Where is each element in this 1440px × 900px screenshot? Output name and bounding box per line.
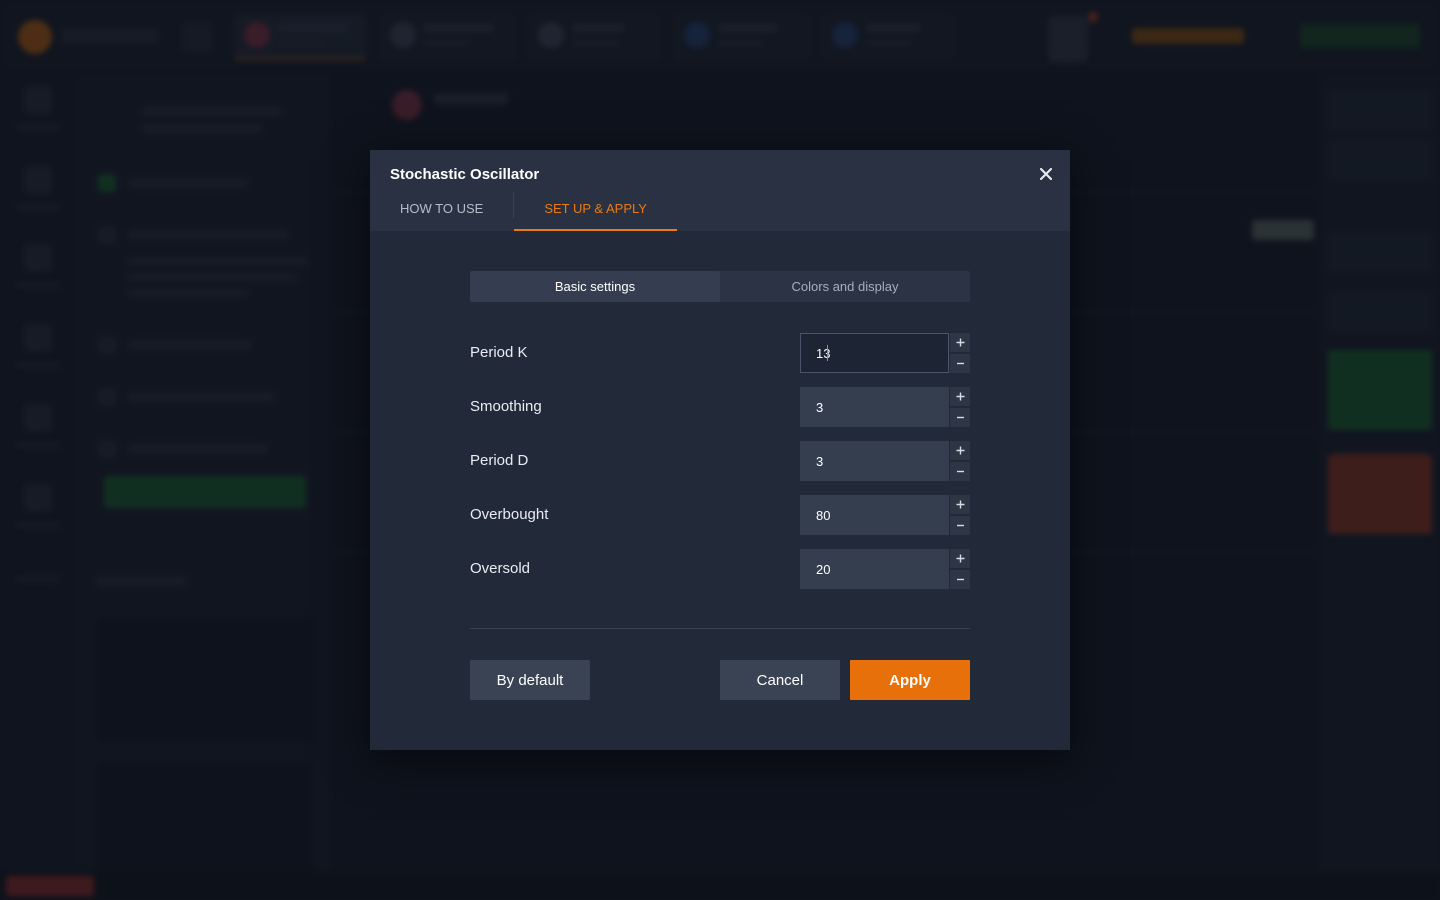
setting-label: Period K — [470, 344, 528, 361]
modal-body: Basic settings Colors and display Period… — [470, 271, 970, 603]
setting-row-oversold: Oversold — [470, 549, 970, 603]
close-button[interactable] — [1034, 162, 1058, 186]
modal-title: Stochastic Oscillator — [390, 166, 540, 183]
overbought-input[interactable] — [800, 495, 949, 535]
plus-icon — [956, 554, 964, 563]
setting-label: Oversold — [470, 560, 531, 577]
plus-icon — [956, 500, 964, 509]
tab-set-up-apply[interactable]: SET UP & APPLY — [514, 185, 677, 231]
text-caret — [827, 345, 828, 361]
plus-icon — [956, 338, 964, 347]
segment-colors-and-display[interactable]: Colors and display — [720, 271, 970, 302]
setting-label: Period D — [470, 452, 529, 469]
setting-row-period-k: Period K — [470, 333, 970, 387]
minus-icon — [956, 416, 964, 419]
settings-list: Period K Smoothing — [470, 333, 970, 603]
plus-icon — [956, 392, 964, 401]
minus-icon — [956, 524, 964, 527]
close-icon — [1040, 168, 1052, 180]
period-d-increment-button[interactable] — [950, 441, 970, 460]
minus-icon — [956, 578, 964, 581]
setting-row-smoothing: Smoothing — [470, 387, 970, 441]
indicator-settings-modal: Stochastic Oscillator HOW TO USE SET UP … — [370, 150, 1070, 750]
oversold-increment-button[interactable] — [950, 549, 970, 568]
segment-basic-settings[interactable]: Basic settings — [470, 271, 720, 302]
modal-header: Stochastic Oscillator HOW TO USE SET UP … — [370, 150, 1070, 231]
cancel-button[interactable]: Cancel — [720, 660, 840, 700]
period-d-input[interactable] — [800, 441, 949, 481]
period-k-decrement-button[interactable] — [950, 354, 970, 373]
smoothing-decrement-button[interactable] — [950, 408, 970, 427]
setting-label: Overbought — [470, 506, 549, 523]
oversold-decrement-button[interactable] — [950, 570, 970, 589]
period-k-input[interactable] — [800, 333, 949, 373]
settings-segmented-control: Basic settings Colors and display — [470, 271, 970, 302]
setting-row-overbought: Overbought — [470, 495, 970, 549]
setting-label: Smoothing — [470, 398, 542, 415]
overbought-decrement-button[interactable] — [950, 516, 970, 535]
smoothing-input[interactable] — [800, 387, 949, 427]
oversold-input[interactable] — [800, 549, 949, 589]
footer-divider — [470, 628, 970, 629]
by-default-button[interactable]: By default — [470, 660, 590, 700]
modal-tabs: HOW TO USE SET UP & APPLY — [370, 185, 677, 231]
overbought-increment-button[interactable] — [950, 495, 970, 514]
apply-button[interactable]: Apply — [850, 660, 970, 700]
tab-how-to-use[interactable]: HOW TO USE — [370, 185, 513, 231]
minus-icon — [956, 470, 964, 473]
smoothing-increment-button[interactable] — [950, 387, 970, 406]
period-k-increment-button[interactable] — [950, 333, 970, 352]
period-d-decrement-button[interactable] — [950, 462, 970, 481]
setting-row-period-d: Period D — [470, 441, 970, 495]
minus-icon — [956, 362, 964, 365]
plus-icon — [956, 446, 964, 455]
